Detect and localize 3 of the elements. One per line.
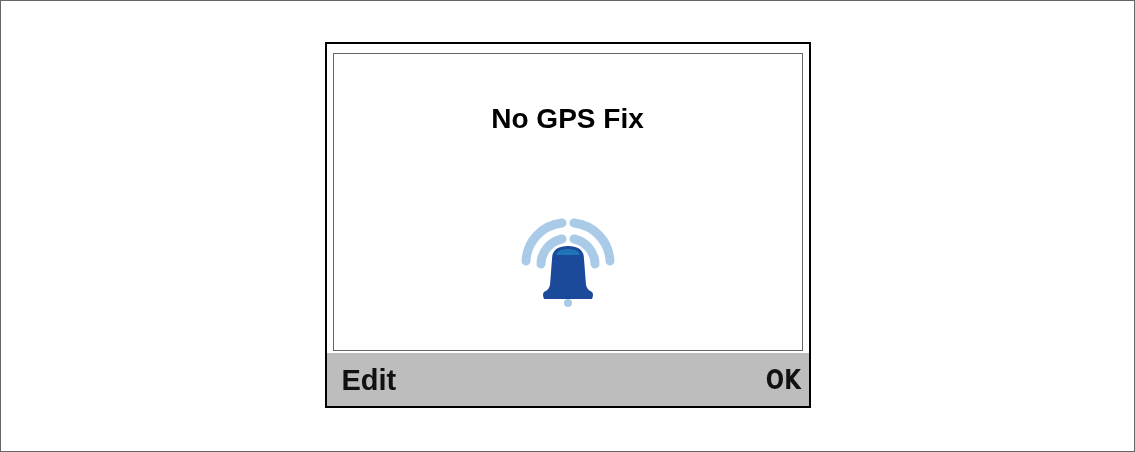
edit-softkey[interactable]: Edit bbox=[341, 363, 397, 396]
screen-title: No GPS Fix bbox=[491, 103, 644, 135]
ok-softkey[interactable]: OK bbox=[765, 363, 801, 396]
